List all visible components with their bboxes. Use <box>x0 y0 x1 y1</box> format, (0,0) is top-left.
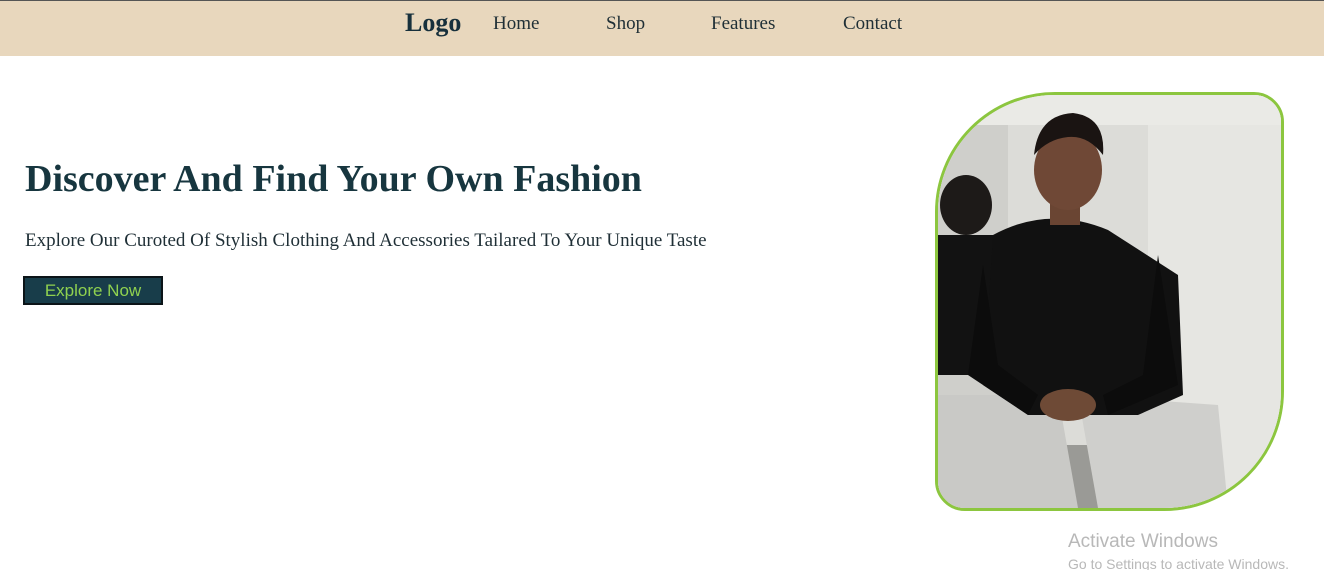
hero-title: Discover And Find Your Own Fashion <box>25 158 642 200</box>
hero-subtitle: Explore Our Curoted Of Stylish Clothing … <box>25 230 707 251</box>
explore-now-button[interactable]: Explore Now <box>23 276 163 305</box>
nav-link-shop[interactable]: Shop <box>606 13 645 35</box>
logo[interactable]: Logo <box>405 8 461 38</box>
activate-windows-title: Activate Windows <box>1068 531 1218 552</box>
navbar: Logo Home Shop Features Contact <box>0 0 1324 56</box>
nav-link-contact[interactable]: Contact <box>843 13 902 35</box>
nav-link-features[interactable]: Features <box>711 13 775 35</box>
activate-windows-subtitle: Go to Settings to activate Windows. <box>1068 556 1289 570</box>
hero-image <box>935 92 1284 511</box>
fashion-model-photo <box>938 95 1281 508</box>
nav-link-home[interactable]: Home <box>493 13 539 35</box>
